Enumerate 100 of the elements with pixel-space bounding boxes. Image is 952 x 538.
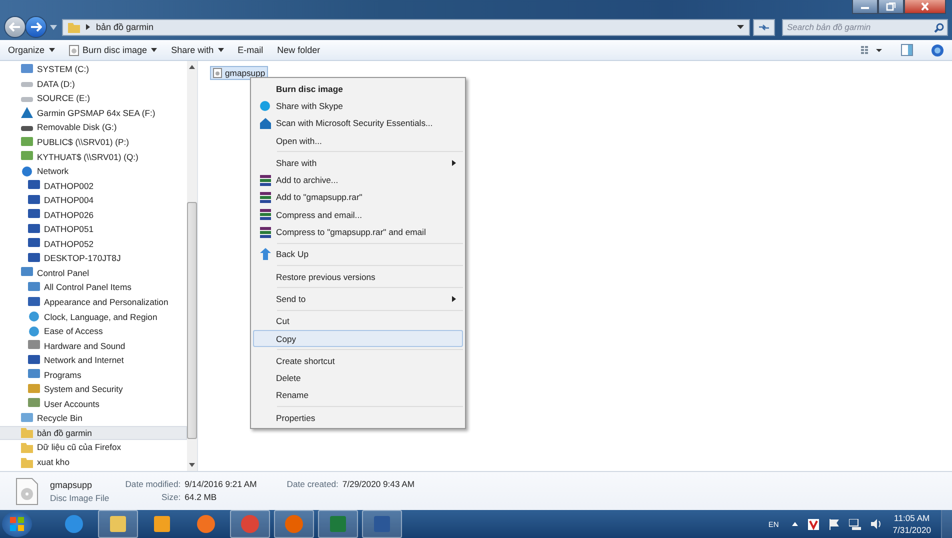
clock[interactable]: 11:05 AM 7/31/2020 [892, 513, 931, 535]
menu-item[interactable]: Compress and email... [253, 206, 463, 224]
nav-icon [28, 282, 40, 293]
app-icon [372, 514, 392, 534]
nav-item[interactable]: All Control Panel Items [0, 280, 187, 295]
nav-icon [28, 252, 40, 264]
back-arrow-icon [9, 22, 21, 32]
toolbar-button[interactable]: New folder [277, 45, 320, 55]
file-item[interactable]: gmapsupp [210, 66, 268, 80]
nav-icon [28, 326, 40, 337]
toolbar-button[interactable]: Share with [171, 45, 224, 55]
menu-item[interactable]: Delete [253, 369, 463, 387]
view-options-icon[interactable] [861, 45, 883, 55]
caret-icon [151, 48, 158, 52]
preview-pane-icon[interactable] [901, 44, 913, 56]
address-bar[interactable]: bản đồ garmin [62, 18, 750, 36]
nav-item[interactable]: Clock, Language, and Region [0, 309, 187, 324]
toolbar-button[interactable]: E-mail [238, 45, 264, 55]
toolbar-button[interactable]: Burn disc image [68, 44, 158, 56]
menu-item[interactable]: Open with... [253, 132, 463, 150]
nav-item[interactable]: DATHOP002 [0, 178, 187, 193]
menu-item[interactable]: Scan with Microsoft Security Essentials... [253, 114, 463, 132]
nav-item[interactable]: SOURCE (E:) [0, 91, 187, 106]
nav-item[interactable]: Network [0, 164, 187, 178]
start-button[interactable] [2, 511, 32, 537]
disc-image-icon [68, 44, 79, 56]
taskbar-app[interactable] [98, 510, 138, 538]
nav-icon [21, 166, 33, 177]
scroll-down-icon[interactable] [189, 463, 195, 467]
nav-item[interactable]: System and Security [0, 382, 187, 397]
nav-item[interactable]: DESKTOP-170JT8J [0, 251, 187, 266]
scroll-thumb[interactable] [187, 202, 197, 439]
volume-icon[interactable] [870, 519, 882, 529]
taskbar-app[interactable] [318, 510, 358, 538]
scroll-up-icon[interactable] [189, 65, 195, 69]
nav-item[interactable]: Programs [0, 367, 187, 382]
books-icon [260, 192, 270, 203]
menu-item[interactable]: Rename [253, 386, 463, 404]
nav-item[interactable]: DATA (D:) [0, 76, 187, 92]
nav-item[interactable]: Hardware and Sound [0, 338, 187, 353]
back-button[interactable] [4, 16, 26, 38]
nav-item[interactable]: Garmin GPSMAP 64x SEA (F:) [0, 106, 187, 120]
antivirus-icon[interactable] [808, 518, 819, 530]
menu-item[interactable]: Share with [253, 154, 463, 172]
nav-item[interactable]: DATHOP026 [0, 207, 187, 222]
dropdown-icon[interactable] [737, 25, 744, 29]
nav-item[interactable]: DATHOP051 [0, 222, 187, 237]
taskbar-app[interactable] [362, 510, 402, 538]
show-hidden-icons-icon[interactable] [792, 522, 798, 526]
menu-item[interactable]: Copy [253, 330, 463, 348]
scrollbar[interactable] [187, 61, 197, 471]
nav-icon [28, 209, 40, 220]
nav-item[interactable]: bản đồ garmin [0, 426, 187, 440]
detail-label: Date created: [286, 479, 338, 489]
nav-item[interactable]: PUBLIC$ (\\SRV01) (P:) [0, 134, 187, 150]
nav-item[interactable]: Network and Internet [0, 352, 187, 368]
nav-item[interactable]: User Accounts [0, 396, 187, 412]
nav-item[interactable]: Recycle Bin [0, 411, 187, 426]
menu-item[interactable]: Share with Skype [253, 97, 463, 115]
close-button[interactable] [904, 0, 946, 14]
restore-button[interactable] [878, 0, 904, 14]
nav-icon [28, 398, 40, 410]
nav-item[interactable]: KYTHUAT$ (\\SRV01) (Q:) [0, 149, 187, 164]
breadcrumb-arrow-icon[interactable] [86, 24, 90, 30]
nav-item[interactable]: DATHOP052 [0, 236, 187, 252]
menu-item[interactable]: Create shortcut [253, 352, 463, 370]
app-icon [240, 514, 260, 534]
menu-item[interactable]: Burn disc image [253, 80, 463, 98]
minimize-button[interactable] [852, 0, 878, 14]
folder-icon [68, 22, 80, 32]
menu-item[interactable]: Cut [253, 312, 463, 330]
detail-label: Size: [160, 492, 181, 502]
forward-button[interactable] [25, 16, 47, 38]
menu-item[interactable]: Compress to "gmapsupp.rar" and email [253, 223, 463, 241]
taskbar-app[interactable] [230, 510, 270, 538]
breadcrumb[interactable]: bản đồ garmin [96, 22, 154, 32]
search-field[interactable]: Search bản đồ garmin [782, 18, 948, 36]
nav-item[interactable]: SYSTEM (C:) [0, 62, 187, 77]
menu-item[interactable]: Send to [253, 290, 463, 308]
nav-item[interactable]: xuat kho [0, 454, 187, 470]
nav-item[interactable]: Dữ liệu cũ của Firefox [0, 440, 187, 455]
menu-item[interactable]: Add to "gmapsupp.rar" [253, 188, 463, 206]
refresh-icon [758, 22, 770, 32]
flag-icon[interactable] [828, 518, 839, 530]
nav-item[interactable]: Ease of Access [0, 324, 187, 338]
menu-item[interactable]: Back Up [253, 246, 463, 263]
help-icon[interactable] [931, 44, 944, 56]
menu-item[interactable]: Restore previous versions [253, 268, 463, 286]
nav-item[interactable]: Control Panel [0, 266, 187, 280]
network-icon[interactable] [848, 518, 861, 530]
menu-item[interactable]: Add to archive... [253, 171, 463, 189]
toolbar-button[interactable]: Organize [8, 45, 55, 55]
nav-item[interactable]: Removable Disk (G:) [0, 120, 187, 135]
history-dropdown-icon[interactable] [50, 24, 57, 30]
menu-item[interactable]: Properties [253, 409, 463, 426]
nav-icon [28, 340, 40, 352]
nav-item[interactable]: Appearance and Personalization [0, 294, 187, 310]
taskbar-app[interactable] [274, 510, 314, 538]
nav-item[interactable]: DATHOP004 [0, 192, 187, 208]
refresh-button[interactable] [753, 18, 775, 36]
